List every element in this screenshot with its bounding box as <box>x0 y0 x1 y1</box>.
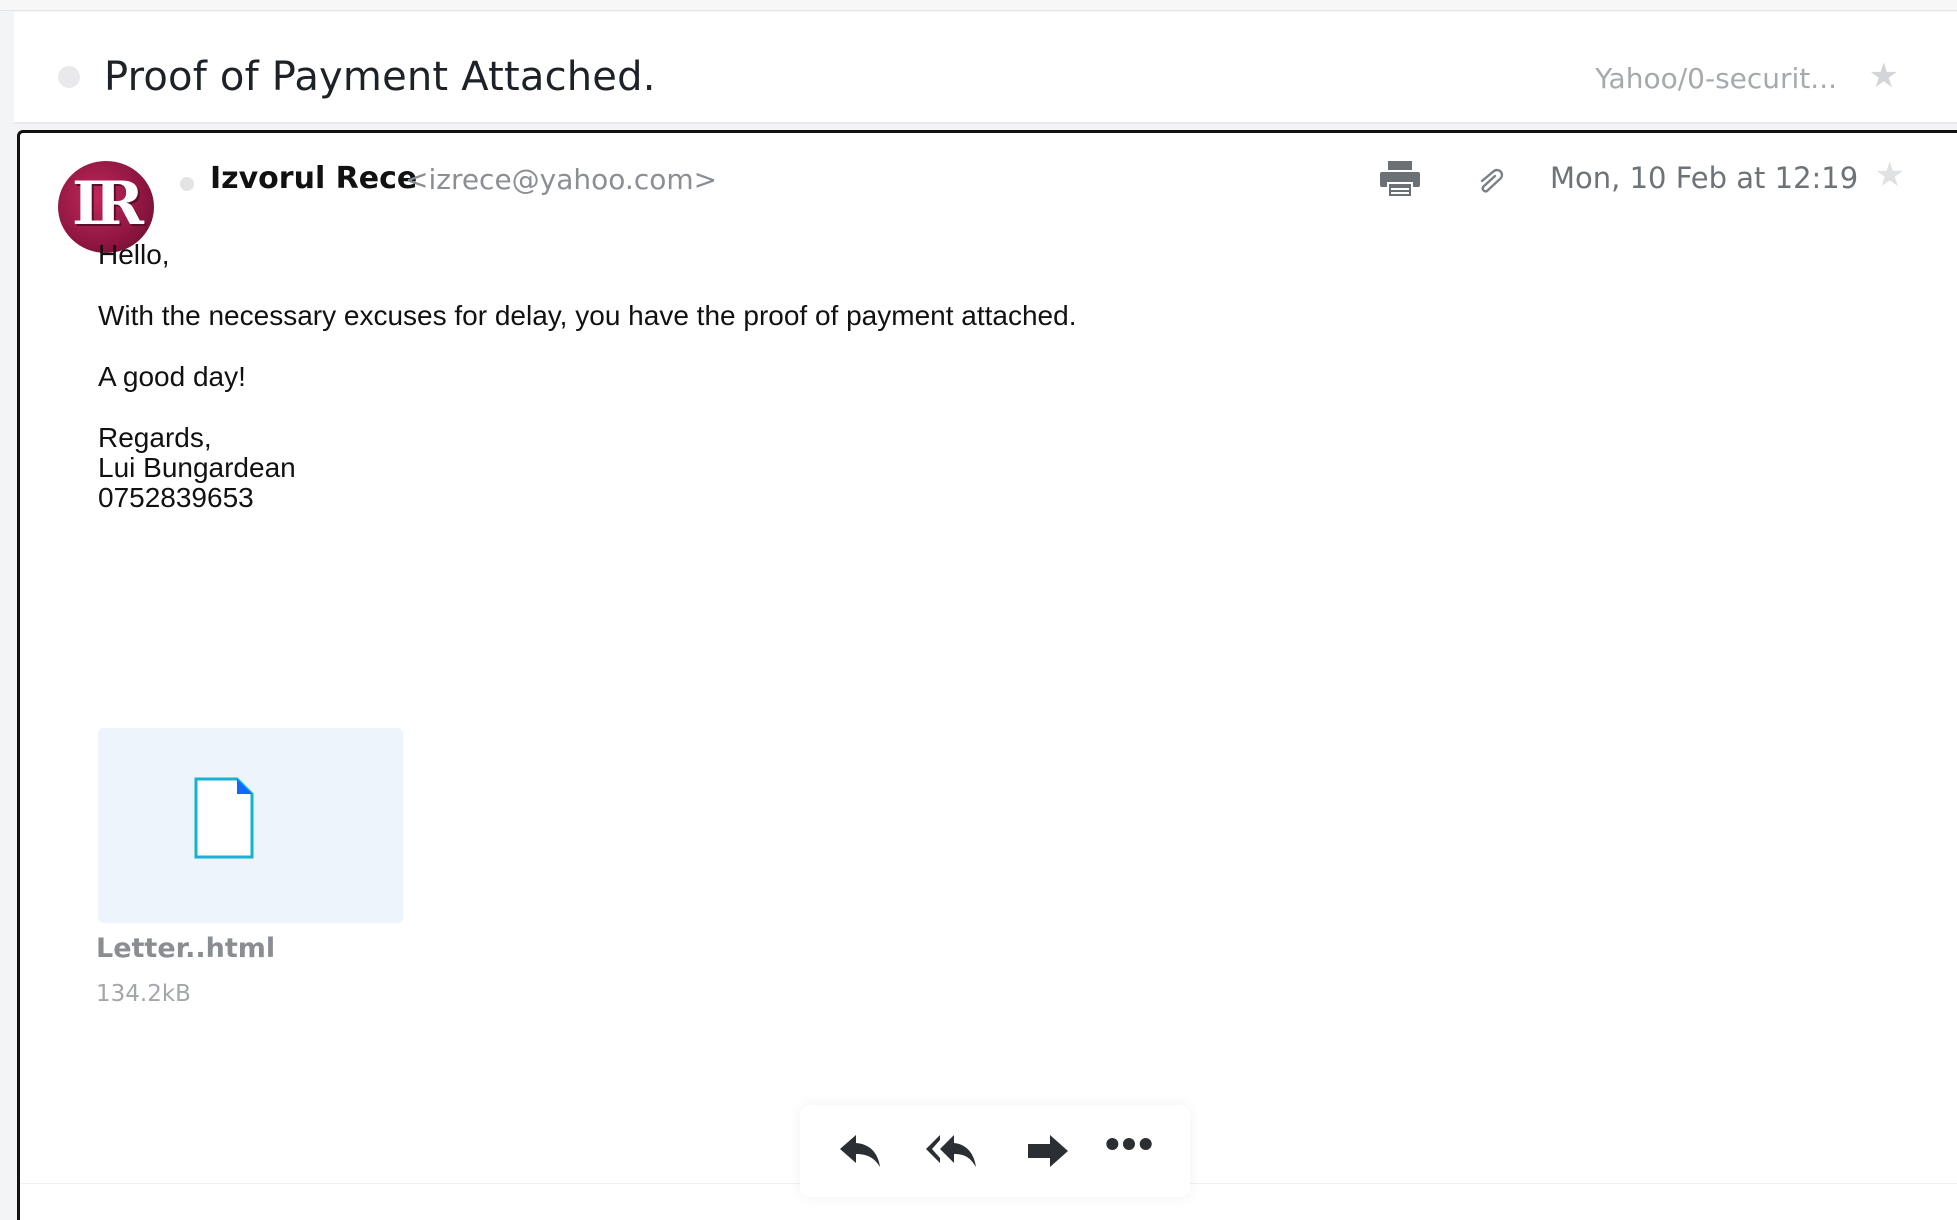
star-icon[interactable]: ★ <box>1869 56 1899 96</box>
body-greeting: Hello, <box>98 239 170 270</box>
signature-phone: 0752839653 <box>98 482 254 513</box>
email-viewer: Proof of Payment Attached. Yahoo/0-secur… <box>0 0 1957 1220</box>
file-icon <box>193 776 255 860</box>
reply-button[interactable] <box>830 1123 890 1179</box>
folder-label[interactable]: Yahoo/0-securit... <box>1595 62 1837 95</box>
avatar-initials: IR <box>72 169 144 239</box>
window-top-strip <box>0 0 1957 11</box>
attachment-name[interactable]: Letter..html <box>96 933 275 964</box>
paperclip-icon[interactable] <box>1472 163 1508 199</box>
forward-icon <box>1028 1135 1068 1167</box>
sender-name[interactable]: Izvorul Rece <box>210 161 417 196</box>
unread-indicator[interactable] <box>58 66 80 88</box>
reply-all-icon <box>926 1135 976 1167</box>
body-line: With the necessary excuses for delay, yo… <box>98 300 1077 331</box>
star-icon[interactable]: ★ <box>1875 155 1905 195</box>
printer-icon[interactable] <box>1378 159 1422 199</box>
forward-button[interactable] <box>1018 1123 1078 1179</box>
attachment-preview[interactable] <box>98 728 403 923</box>
message-action-bar: ••• <box>800 1105 1190 1197</box>
more-icon: ••• <box>1104 1120 1156 1167</box>
body-line: A good day! <box>98 361 246 392</box>
attachment-size: 134.2kB <box>96 981 191 1007</box>
reply-all-button[interactable] <box>922 1123 982 1179</box>
message-date: Mon, 10 Feb at 12:19 <box>1550 161 1859 195</box>
subject-title: Proof of Payment Attached. <box>104 54 656 100</box>
subject-header: Proof of Payment Attached. Yahoo/0-secur… <box>14 12 1957 124</box>
more-actions-button[interactable]: ••• <box>1100 1123 1160 1179</box>
sender-email[interactable]: <izrece@yahoo.com> <box>405 163 717 196</box>
reply-icon <box>840 1135 880 1167</box>
message-card: IR Izvorul Rece <izrece@yahoo.com> Mon, … <box>17 130 1957 1220</box>
sender-status-dot <box>180 177 194 191</box>
